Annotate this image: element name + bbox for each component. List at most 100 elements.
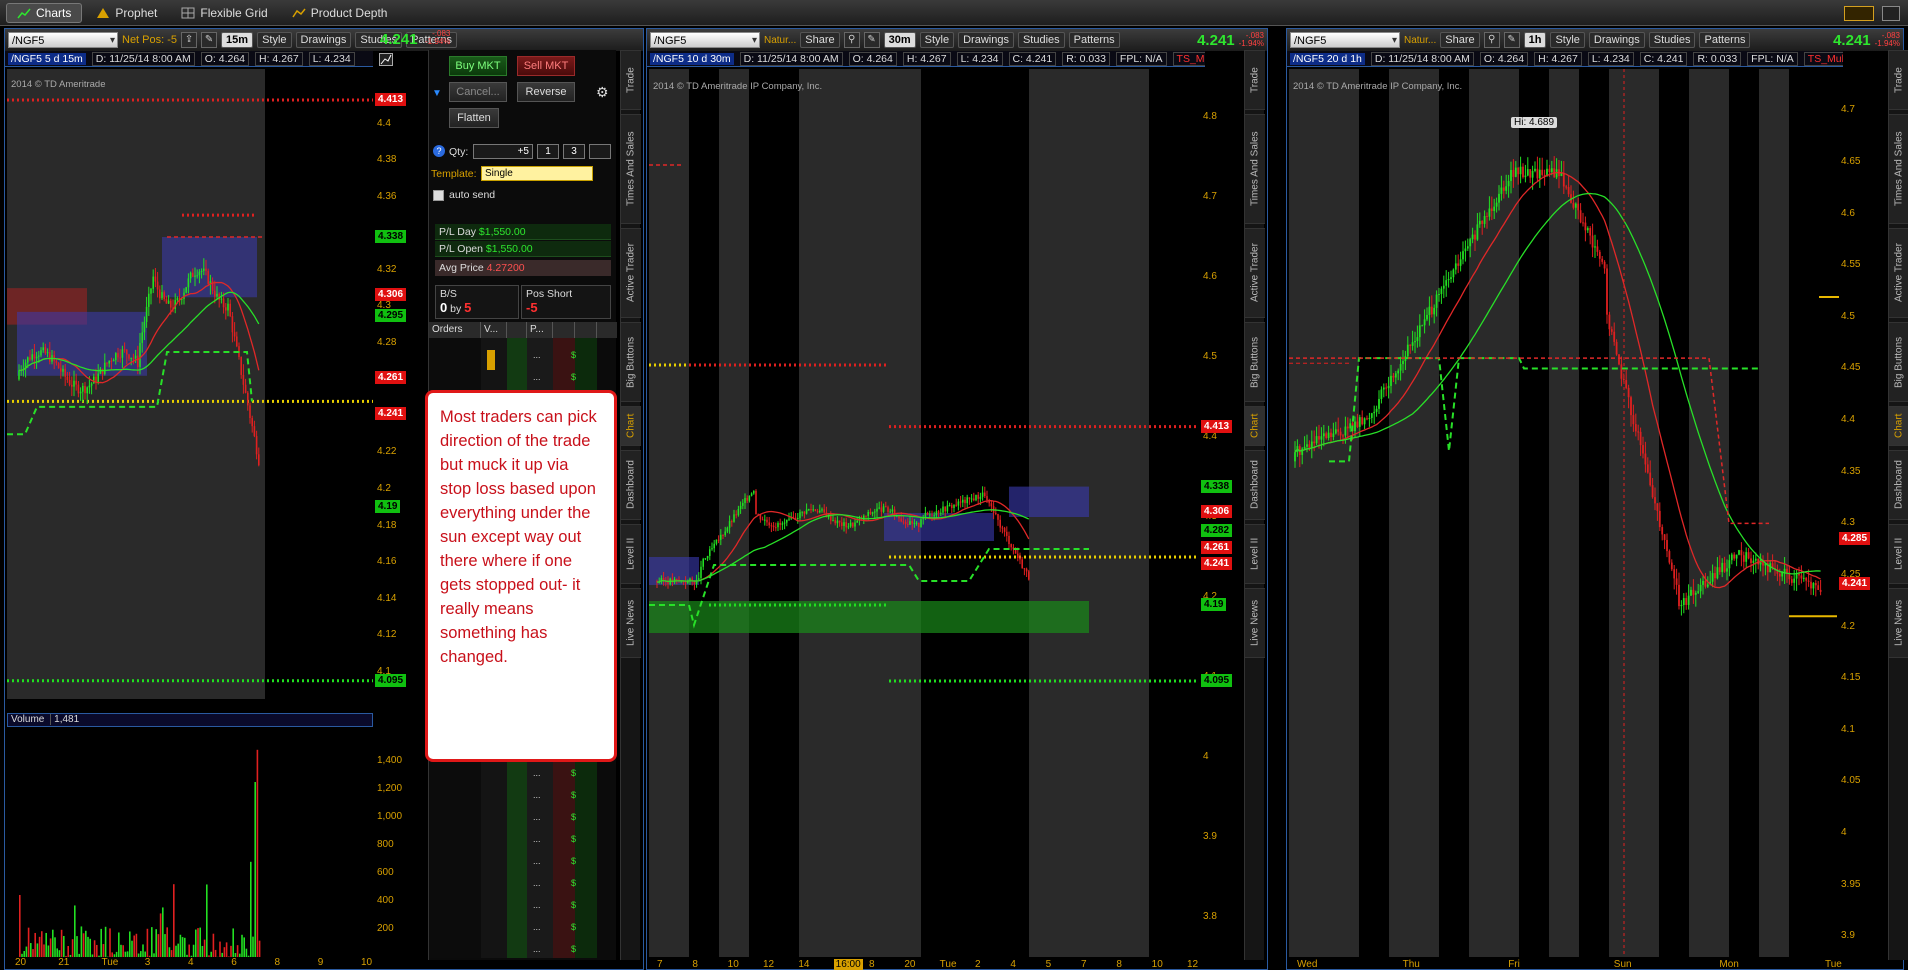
help-icon[interactable]: ? <box>433 145 445 157</box>
flatten-button[interactable]: Flatten <box>449 108 499 128</box>
side-tab-dashboard[interactable]: Dashboard <box>621 450 641 520</box>
side-tab-live-news[interactable]: Live News <box>1889 588 1908 658</box>
volume-plot[interactable] <box>7 729 373 957</box>
sell-mkt-button[interactable]: Sell MKT <box>517 56 575 76</box>
style-button[interactable]: Style <box>1550 32 1585 48</box>
side-tab-active-trader[interactable]: Active Trader <box>621 228 641 318</box>
link-icon[interactable]: ⚲ <box>1483 32 1500 48</box>
side-tab-chart[interactable]: Chart <box>621 406 641 446</box>
drawings-button[interactable]: Drawings <box>958 32 1014 48</box>
ladder-price-cell[interactable]: ... <box>533 768 541 778</box>
tab-prophet[interactable]: Prophet <box>86 3 167 23</box>
time-axis[interactable]: Wed Thu Fri Sun Mon Tue <box>1289 959 1842 970</box>
tab-product-depth[interactable]: Product Depth <box>282 3 398 23</box>
side-tab-big-buttons[interactable]: Big Buttons <box>621 322 641 402</box>
reverse-button[interactable]: Reverse <box>517 82 575 102</box>
qty-preset-more[interactable] <box>589 144 611 159</box>
price-axis[interactable]: 4.44.384.364.324.34.284.244.224.24.184.1… <box>375 69 427 699</box>
side-tab-live-news[interactable]: Live News <box>1245 588 1265 658</box>
side-tab-times-and-sales[interactable]: Times And Sales <box>621 114 641 224</box>
ladder-price-cell[interactable]: ... <box>533 790 541 800</box>
side-tab-times-and-sales[interactable]: Times And Sales <box>1889 114 1908 224</box>
candle-body <box>1330 432 1332 438</box>
auto-send-checkbox[interactable] <box>433 190 444 201</box>
chart-expand-icon[interactable] <box>379 53 393 66</box>
qty-preset-3[interactable]: 3 <box>563 144 585 159</box>
ladder-price-cell[interactable]: ... <box>533 900 541 910</box>
price-plot[interactable] <box>7 69 373 699</box>
side-tab-trade[interactable]: Trade <box>621 50 641 110</box>
drawings-button[interactable]: Drawings <box>295 32 352 48</box>
drawings-button[interactable]: Drawings <box>1588 32 1645 48</box>
side-tab-level-ii[interactable]: Level II <box>621 524 641 584</box>
col-volume[interactable]: V... <box>481 322 507 338</box>
side-tab-active-trader[interactable]: Active Trader <box>1889 228 1908 318</box>
style-button[interactable]: Style <box>257 32 292 48</box>
studies-button[interactable]: Studies <box>1017 32 1065 48</box>
col-price[interactable]: P... <box>527 322 553 338</box>
chevron-down-icon[interactable]: ▼ <box>432 88 442 99</box>
patterns-button[interactable]: Patterns <box>1068 32 1120 48</box>
qty-input[interactable]: +5 <box>473 144 533 159</box>
ladder-price-cell[interactable]: ... <box>533 372 541 382</box>
share-button[interactable]: Share <box>800 32 840 48</box>
ladder-price-cell[interactable]: ... <box>533 878 541 888</box>
tools-icon[interactable]: ✎ <box>863 32 880 48</box>
side-tab-trade[interactable]: Trade <box>1245 50 1265 110</box>
side-tab-level-ii[interactable]: Level II <box>1245 524 1265 584</box>
tab-charts[interactable]: Charts <box>6 2 83 23</box>
price-plot[interactable] <box>649 69 1199 957</box>
ladder-price-cell[interactable]: ... <box>533 944 541 954</box>
side-tab-big-buttons[interactable]: Big Buttons <box>1889 322 1908 402</box>
ladder-price-cell[interactable]: ... <box>533 834 541 844</box>
ladder-price-cell[interactable]: ... <box>533 922 541 932</box>
side-tab-level-ii[interactable]: Level II <box>1889 524 1908 584</box>
side-tab-live-news[interactable]: Live News <box>621 588 641 658</box>
symbol-input[interactable]: /NGF5 <box>1290 32 1400 49</box>
link-icon[interactable]: ⚲ <box>843 32 860 48</box>
side-tab-big-buttons[interactable]: Big Buttons <box>1245 322 1265 402</box>
price-plot[interactable]: Hi: 4.689 <box>1289 69 1837 957</box>
qty-preset-1[interactable]: 1 <box>537 144 559 159</box>
x-tick: 7 <box>1081 959 1087 970</box>
share-button[interactable]: Share <box>1440 32 1480 48</box>
price-axis[interactable]: 4.84.74.64.54.44.34.24.143.93.84.4134.33… <box>1201 69 1243 957</box>
symbol-input[interactable]: /NGF5 <box>8 32 118 49</box>
ladder-price-cell[interactable]: ... <box>533 812 541 822</box>
col-blank[interactable] <box>507 322 527 338</box>
volume-y-tick: 1,000 <box>377 811 403 822</box>
tools-icon[interactable]: ✎ <box>201 32 218 48</box>
cancel-button[interactable]: Cancel... <box>449 82 507 102</box>
template-select[interactable]: Single <box>481 166 593 181</box>
col-orders[interactable]: Orders <box>429 322 481 338</box>
timeframe-button[interactable]: 1h <box>1523 32 1547 48</box>
side-tab-dashboard[interactable]: Dashboard <box>1245 450 1265 520</box>
gear-icon[interactable]: ⚙ <box>596 84 610 100</box>
symbol-input[interactable]: /NGF5 <box>650 32 760 49</box>
ladder-price-cell[interactable]: ... <box>533 350 541 360</box>
timeframe-button[interactable]: 15m <box>221 32 254 48</box>
volume-axis[interactable]: 1,400 1,200 1,000 800 600 400 200 <box>375 729 427 957</box>
side-tab-dashboard[interactable]: Dashboard <box>1889 450 1908 520</box>
side-tab-active-trader[interactable]: Active Trader <box>1245 228 1265 318</box>
time-axis[interactable]: 7 8 10 12 14 16:00 8 20 Tue 2 4 5 7 8 10 12 <box>649 959 1199 970</box>
time-axis[interactable]: 20 21 Tue 3 4 6 8 9 10 <box>7 957 373 969</box>
side-tab-trade[interactable]: Trade <box>1889 50 1908 110</box>
price-axis[interactable]: 4.7 4.65 4.6 4.55 4.5 4.45 4.4 4.35 4.3 4.25 4.2 4.… <box>1819 69 1883 957</box>
tools-icon[interactable]: ✎ <box>1503 32 1520 48</box>
ladder-price-cell[interactable]: ... <box>533 856 541 866</box>
side-tab-chart[interactable]: Chart <box>1245 406 1265 446</box>
style-button[interactable]: Style <box>919 32 955 48</box>
share-icon[interactable]: ⇪ <box>181 32 198 48</box>
tab-flexible-grid[interactable]: Flexible Grid <box>171 3 277 23</box>
side-tab-chart[interactable]: Chart <box>1889 406 1908 446</box>
col-blank-2[interactable] <box>553 322 575 338</box>
studies-button[interactable]: Studies <box>1648 32 1696 48</box>
layout-icon[interactable] <box>1844 6 1874 21</box>
patterns-button[interactable]: Patterns <box>1699 32 1751 48</box>
side-tab-times-and-sales[interactable]: Times And Sales <box>1245 114 1265 224</box>
timeframe-button[interactable]: 30m <box>883 32 916 48</box>
window-menu-icon[interactable] <box>1882 6 1900 21</box>
col-pl[interactable] <box>575 322 597 338</box>
buy-mkt-button[interactable]: Buy MKT <box>449 56 507 76</box>
